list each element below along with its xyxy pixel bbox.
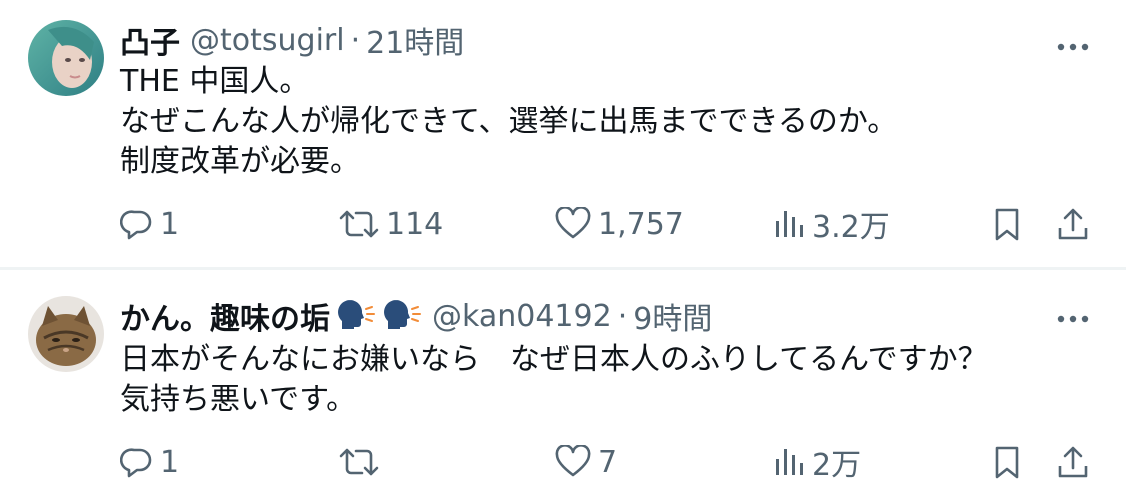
- tweet[interactable]: かん。趣味の垢 @kan04192 · 9時間 日本がそんなにお嫌いなら なぜ日…: [0, 270, 1126, 504]
- separator: ·: [350, 22, 361, 58]
- reply-count: 1: [160, 206, 180, 242]
- retweet-icon: [339, 210, 379, 238]
- speaking-head-emoji: [336, 299, 376, 333]
- like-count: 7: [598, 444, 618, 480]
- share-button[interactable]: [1056, 440, 1090, 484]
- retweet-button[interactable]: 114: [338, 202, 443, 246]
- action-bar: 1 114 1,757 3.2万: [0, 202, 1126, 246]
- tweet[interactable]: 凸子 @totsugirl · 21時間 THE 中国人。 なぜこんな人が帰化で…: [0, 0, 1126, 268]
- reply-icon: [120, 210, 152, 240]
- action-bar: 1 7 2万: [0, 440, 1126, 484]
- view-count: 3.2万: [812, 210, 890, 245]
- share-button[interactable]: [1056, 202, 1090, 246]
- like-icon: [555, 445, 591, 477]
- view-count: 2万: [812, 448, 862, 483]
- user-handle[interactable]: @kan04192: [432, 299, 612, 334]
- bookmark-icon: [995, 208, 1019, 241]
- avatar[interactable]: [28, 20, 104, 96]
- like-icon: [555, 207, 591, 239]
- more-icon[interactable]: [1056, 38, 1090, 51]
- bookmark-button[interactable]: [990, 202, 1024, 246]
- more-icon[interactable]: [1056, 310, 1090, 323]
- like-button[interactable]: 7: [554, 440, 617, 484]
- tweet-header: かん。趣味の垢 @kan04192 · 9時間: [120, 294, 712, 338]
- reply-count: 1: [160, 444, 180, 480]
- display-name[interactable]: かん。趣味の垢: [120, 294, 330, 338]
- share-icon: [1058, 208, 1088, 240]
- tweet-text: THE 中国人。 なぜこんな人が帰化できて、選挙に出馬までできるのか。 制度改革…: [120, 64, 898, 179]
- like-button[interactable]: 1,757: [554, 202, 684, 246]
- display-name[interactable]: 凸子: [120, 18, 180, 62]
- speaking-head-emoji: [382, 299, 422, 333]
- user-handle[interactable]: @totsugirl: [190, 23, 345, 58]
- views-button[interactable]: 3.2万: [772, 202, 890, 246]
- reply-button[interactable]: 1: [120, 440, 179, 484]
- avatar[interactable]: [28, 296, 104, 372]
- share-icon: [1058, 446, 1088, 478]
- bookmark-icon: [995, 446, 1019, 479]
- tweet-header: 凸子 @totsugirl · 21時間: [120, 18, 464, 62]
- views-icon: [776, 449, 803, 475]
- timestamp[interactable]: 21時間: [366, 18, 464, 62]
- bookmark-button[interactable]: [990, 440, 1024, 484]
- reply-icon: [120, 448, 152, 478]
- views-button[interactable]: 2万: [772, 440, 861, 484]
- retweet-button[interactable]: [338, 440, 386, 484]
- tweet-text: 日本がそんなにお嫌いなら なぜ日本人のふりしてるんですか？ 気持ち悪いです。: [120, 342, 988, 417]
- retweet-count: 114: [386, 206, 444, 242]
- views-icon: [776, 211, 803, 237]
- timestamp[interactable]: 9時間: [633, 294, 712, 338]
- separator: ·: [617, 298, 628, 334]
- like-count: 1,757: [598, 206, 684, 242]
- retweet-icon: [339, 448, 379, 476]
- reply-button[interactable]: 1: [120, 202, 179, 246]
